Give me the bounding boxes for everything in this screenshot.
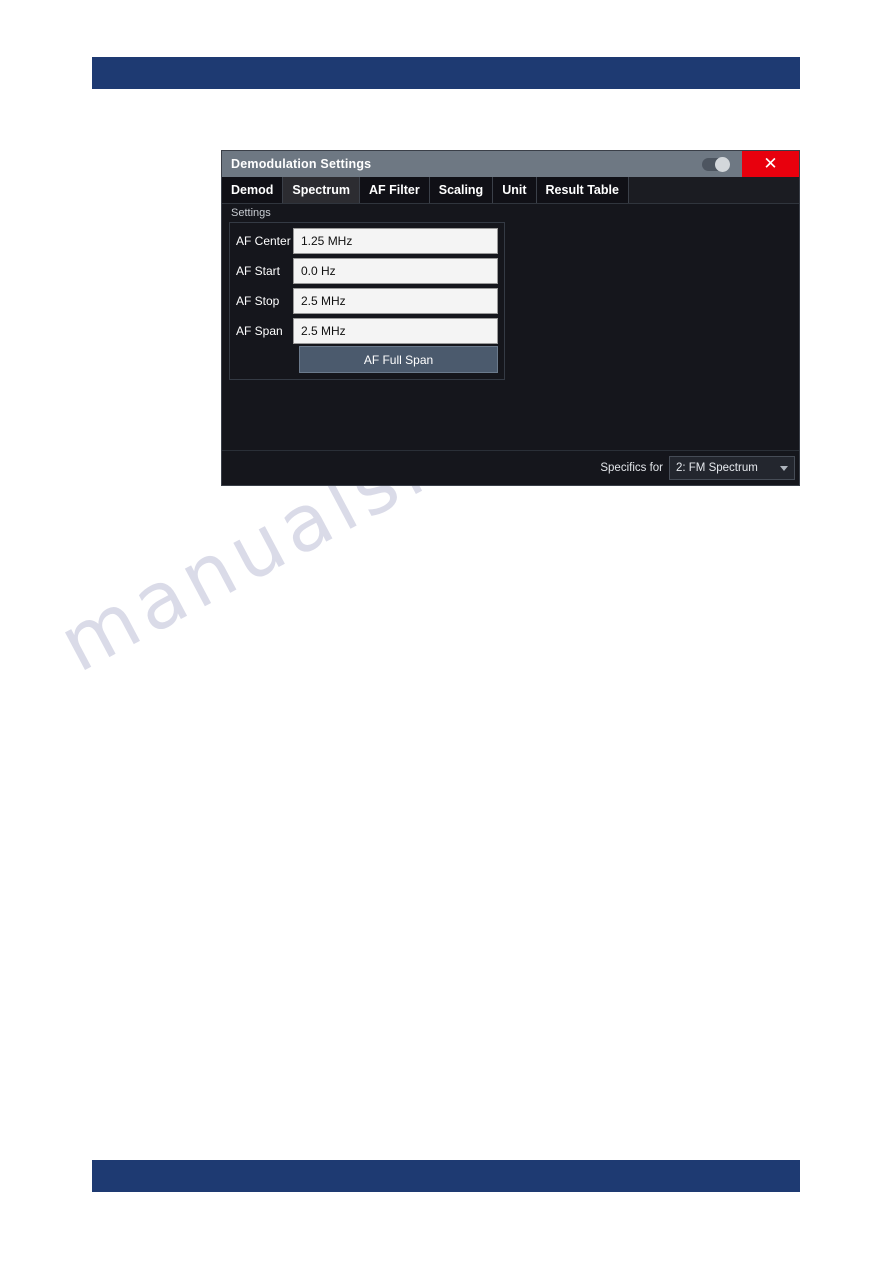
tab-label: Scaling (438, 183, 484, 197)
af-center-input[interactable] (293, 227, 498, 254)
dialog-body: Settings AF Center AF Start AF Stop AF S… (222, 204, 799, 450)
toggle-knob (715, 156, 730, 172)
specifics-for-dropdown[interactable]: 2: FM Spectrum (669, 456, 795, 480)
chevron-down-icon (780, 465, 788, 471)
af-start-row: AF Start (230, 256, 504, 285)
settings-group: AF Center AF Start AF Stop AF Span AF Fu… (229, 222, 505, 380)
af-start-input[interactable] (293, 257, 498, 284)
page-header-bar (92, 57, 800, 89)
tab-label: AF Filter (369, 183, 420, 197)
tab-scaling[interactable]: Scaling (429, 177, 494, 203)
tab-af-filter[interactable]: AF Filter (360, 177, 430, 203)
dialog-right-pane (512, 204, 799, 450)
tab-unit[interactable]: Unit (493, 177, 537, 203)
af-center-label: AF Center (236, 233, 291, 248)
settings-pane: Settings AF Center AF Start AF Stop AF S… (222, 204, 512, 450)
af-stop-row: AF Stop (230, 286, 504, 315)
specifics-for-value: 2: FM Spectrum (676, 462, 758, 474)
dialog-titlebar: Demodulation Settings ✕ (222, 151, 799, 177)
tab-label: Spectrum (292, 183, 351, 197)
af-stop-input[interactable] (293, 287, 498, 314)
af-start-label: AF Start (236, 263, 281, 278)
dialog-toggle-switch[interactable] (702, 156, 730, 172)
af-span-row: AF Span (230, 316, 504, 345)
close-icon: ✕ (763, 153, 778, 174)
dialog-title: Demodulation Settings (231, 157, 372, 171)
tab-bar: Demod Spectrum AF Filter Scaling Unit Re… (222, 177, 799, 204)
tab-label: Unit (502, 183, 527, 197)
af-stop-label: AF Stop (236, 293, 280, 308)
close-button[interactable]: ✕ (742, 151, 799, 177)
settings-group-label: Settings (231, 207, 271, 219)
tab-label: Demod (231, 183, 274, 197)
af-center-row: AF Center (230, 226, 504, 255)
af-span-input[interactable] (293, 317, 498, 344)
tab-result-table[interactable]: Result Table (536, 177, 629, 203)
demodulation-settings-dialog: Demodulation Settings ✕ Demod Spectrum A… (221, 150, 800, 486)
tab-bar-filler (628, 177, 799, 203)
af-span-label: AF Span (236, 323, 283, 338)
tab-label: Result Table (545, 183, 619, 197)
dialog-footer: Specifics for 2: FM Spectrum (222, 450, 799, 485)
tab-demod[interactable]: Demod (222, 177, 284, 203)
page-footer-bar (92, 1160, 800, 1192)
tab-spectrum[interactable]: Spectrum (283, 177, 361, 203)
specifics-for-label: Specifics for (600, 462, 663, 474)
af-full-span-button[interactable]: AF Full Span (299, 346, 498, 373)
